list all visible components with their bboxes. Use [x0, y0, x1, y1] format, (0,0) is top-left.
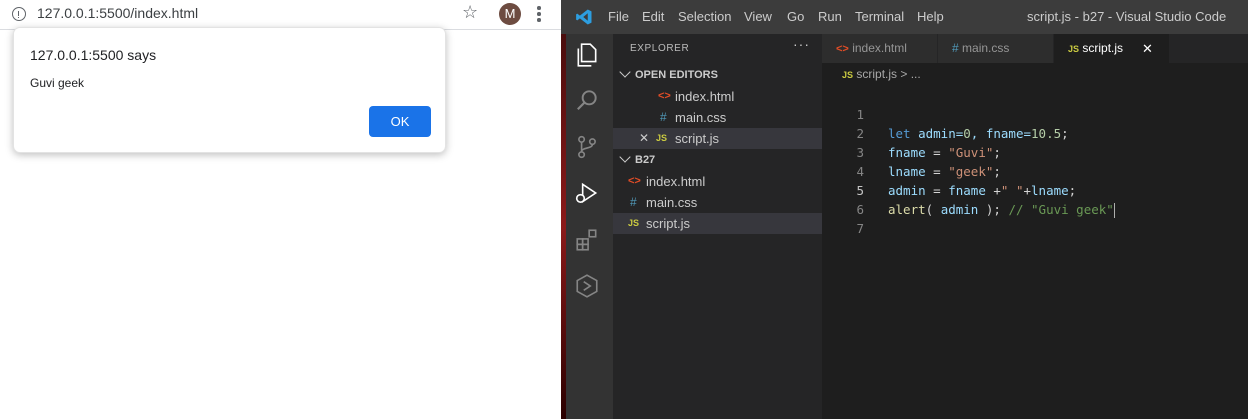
css-file-icon: # — [952, 41, 959, 55]
remote-explorer-icon[interactable] — [574, 273, 600, 299]
alert-message: Guvi geek — [30, 76, 85, 90]
tab-script-js[interactable]: JS script.js ✕ — [1054, 34, 1169, 63]
vscode-window: File Edit Selection View Go Run Terminal… — [561, 0, 1248, 419]
title-bar: File Edit Selection View Go Run Terminal… — [561, 0, 1248, 34]
html-file-icon: <> — [836, 43, 849, 55]
code-line: 3 lname = "geek"; — [822, 124, 1248, 179]
menu-run[interactable]: Run — [818, 9, 842, 24]
address-bar[interactable]: 127.0.0.1:5500/index.html ☆ M — [0, 0, 561, 30]
folder-header[interactable]: B27 — [613, 150, 822, 170]
folder-file-item-active[interactable]: JS script.js — [613, 213, 822, 234]
activity-bar — [561, 34, 613, 419]
tab-index-html[interactable]: <> index.html — [822, 34, 937, 63]
open-editors-label: OPEN EDITORS — [635, 69, 718, 81]
tab-label: index.html — [852, 41, 907, 55]
code-editor[interactable]: 1 let admin=0, fname=10.5; 2 fname = "Gu… — [822, 84, 1248, 419]
breadcrumb-more[interactable]: > ... — [900, 67, 920, 81]
window-title: script.js - b27 - Visual Studio Code — [1027, 9, 1227, 24]
search-icon[interactable] — [574, 87, 600, 113]
breadcrumb[interactable]: JS script.js > ... — [842, 67, 921, 81]
explorer-sidebar: EXPLORER ··· OPEN EDITORS <> index.html … — [613, 34, 822, 419]
file-name: main.css — [646, 195, 698, 210]
js-file-icon: JS — [656, 133, 668, 143]
folder-file-item[interactable]: # main.css — [613, 192, 822, 213]
js-file-icon: JS — [842, 70, 854, 80]
menu-help[interactable]: Help — [917, 9, 944, 24]
code-line: 6 — [822, 181, 1248, 217]
code-line: 2 fname = "Guvi"; — [822, 105, 1248, 160]
open-editor-item-active[interactable]: ✕ JS script.js — [613, 128, 822, 149]
chevron-down-icon — [619, 151, 631, 163]
url-text[interactable]: 127.0.0.1:5500/index.html — [37, 5, 198, 21]
tab-label: script.js — [1082, 41, 1124, 55]
code-line: 1 let admin=0, fname=10.5; — [822, 86, 1248, 141]
code-line-current: 5 alert( admin ); // "Guvi geek" — [822, 162, 1248, 218]
menu-go[interactable]: Go — [787, 9, 804, 24]
close-icon[interactable]: ✕ — [639, 128, 649, 149]
kebab-menu-icon[interactable] — [535, 3, 543, 25]
more-actions-icon[interactable]: ··· — [793, 36, 810, 52]
explorer-icon[interactable] — [574, 42, 600, 68]
close-icon[interactable]: ✕ — [1142, 34, 1153, 63]
breadcrumb-file[interactable]: script.js — [856, 67, 897, 81]
file-name: index.html — [675, 89, 735, 104]
ok-button[interactable]: OK — [369, 106, 431, 137]
menu-edit[interactable]: Edit — [642, 9, 664, 24]
bookmark-star-icon[interactable]: ☆ — [462, 3, 478, 23]
menu-view[interactable]: View — [744, 9, 772, 24]
js-file-icon: JS — [628, 218, 640, 228]
open-editor-item[interactable]: # main.css — [613, 107, 822, 128]
menu-selection[interactable]: Selection — [678, 9, 731, 24]
js-file-icon: JS — [1068, 44, 1080, 54]
file-name: main.css — [675, 110, 727, 125]
explorer-title: EXPLORER — [630, 43, 690, 54]
extensions-icon[interactable] — [574, 227, 600, 253]
code-line: 4 admin = fname +" "+lname; — [822, 143, 1248, 198]
menu-terminal[interactable]: Terminal — [855, 9, 904, 24]
code-line: 7 — [822, 200, 1248, 236]
file-name: script.js — [675, 131, 720, 146]
html-file-icon: <> — [658, 90, 671, 102]
profile-avatar[interactable]: M — [499, 3, 521, 25]
vscode-logo-icon — [576, 9, 592, 25]
line-number: 7 — [856, 221, 864, 236]
open-editors-header[interactable]: OPEN EDITORS — [613, 65, 822, 85]
run-debug-icon[interactable] — [574, 180, 600, 206]
browser-window: 127.0.0.1:5500/index.html ☆ M 127.0.0.1:… — [0, 0, 561, 419]
editor-tabs: <> index.html # main.css JS script.js ✕ — [822, 34, 1248, 63]
file-name: script.js — [646, 216, 691, 231]
html-file-icon: <> — [628, 175, 641, 187]
tab-label: main.css — [962, 41, 1010, 55]
tab-main-css[interactable]: # main.css — [938, 34, 1053, 63]
chevron-down-icon — [619, 66, 631, 78]
alert-dialog: 127.0.0.1:5500 says Guvi geek OK — [13, 27, 446, 153]
open-editor-item[interactable]: <> index.html — [613, 86, 822, 107]
folder-file-item[interactable]: <> index.html — [613, 171, 822, 192]
file-name: index.html — [646, 174, 706, 189]
css-file-icon: # — [630, 195, 637, 209]
css-file-icon: # — [660, 110, 667, 124]
menu-file[interactable]: File — [608, 9, 629, 24]
info-icon[interactable] — [12, 7, 26, 21]
folder-label: B27 — [635, 154, 656, 166]
alert-title: 127.0.0.1:5500 says — [30, 47, 157, 63]
source-control-icon[interactable] — [574, 134, 600, 160]
